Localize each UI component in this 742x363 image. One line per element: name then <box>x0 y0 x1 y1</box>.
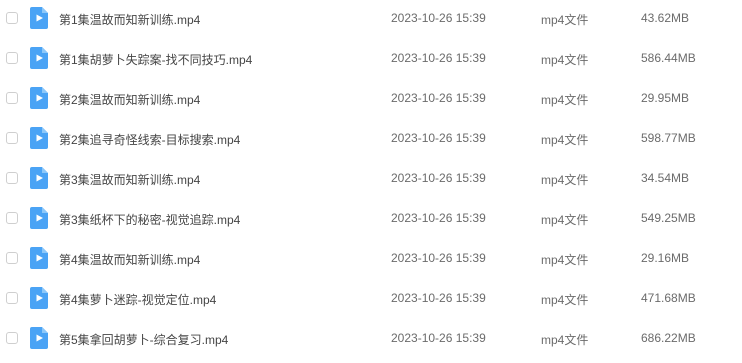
file-size: 34.54MB <box>641 171 690 185</box>
file-row[interactable]: 第1集胡萝卜失踪案-找不同技巧.mp4 2023-10-26 15:39 mp4… <box>0 40 742 80</box>
file-name[interactable]: 第4集温故而知新训练.mp4 <box>59 251 200 268</box>
file-modified-date: 2023-10-26 15:39 <box>391 211 486 225</box>
file-size: 686.22MB <box>641 331 696 345</box>
file-modified-date: 2023-10-26 15:39 <box>391 131 486 145</box>
file-type: mp4文件 <box>541 53 589 67</box>
file-type: mp4文件 <box>541 253 589 267</box>
file-type: mp4文件 <box>541 13 589 27</box>
file-row[interactable]: 第1集温故而知新训练.mp4 2023-10-26 15:39 mp4文件 43… <box>0 0 742 40</box>
file-modified-date: 2023-10-26 15:39 <box>391 11 486 25</box>
file-type: mp4文件 <box>541 133 589 147</box>
file-size: 586.44MB <box>641 51 696 65</box>
file-modified-date: 2023-10-26 15:39 <box>391 51 486 65</box>
file-row[interactable]: 第2集温故而知新训练.mp4 2023-10-26 15:39 mp4文件 29… <box>0 80 742 120</box>
video-file-icon <box>30 287 48 309</box>
file-modified-date: 2023-10-26 15:39 <box>391 331 486 345</box>
file-name[interactable]: 第3集温故而知新训练.mp4 <box>59 171 200 188</box>
file-size: 598.77MB <box>641 131 696 145</box>
file-row[interactable]: 第4集温故而知新训练.mp4 2023-10-26 15:39 mp4文件 29… <box>0 240 742 280</box>
file-name[interactable]: 第2集温故而知新训练.mp4 <box>59 91 200 108</box>
file-name[interactable]: 第5集拿回胡萝卜-综合复习.mp4 <box>59 331 228 348</box>
file-modified-date: 2023-10-26 15:39 <box>391 171 486 185</box>
file-size: 29.16MB <box>641 251 690 265</box>
row-checkbox[interactable] <box>6 12 18 24</box>
file-size: 29.95MB <box>641 91 690 105</box>
file-row[interactable]: 第5集拿回胡萝卜-综合复习.mp4 2023-10-26 15:39 mp4文件… <box>0 320 742 360</box>
file-size: 43.62MB <box>641 11 690 25</box>
file-size: 471.68MB <box>641 291 696 305</box>
row-checkbox[interactable] <box>6 92 18 104</box>
file-modified-date: 2023-10-26 15:39 <box>391 291 486 305</box>
row-checkbox[interactable] <box>6 252 18 264</box>
file-name[interactable]: 第3集纸杯下的秘密-视觉追踪.mp4 <box>59 211 240 228</box>
row-checkbox[interactable] <box>6 172 18 184</box>
file-type: mp4文件 <box>541 333 589 347</box>
video-file-icon <box>30 327 48 349</box>
row-checkbox[interactable] <box>6 212 18 224</box>
video-file-icon <box>30 7 48 29</box>
video-file-icon <box>30 47 48 69</box>
file-name[interactable]: 第4集萝卜迷踪-视觉定位.mp4 <box>59 291 216 308</box>
file-list: 第1集温故而知新训练.mp4 2023-10-26 15:39 mp4文件 43… <box>0 0 742 363</box>
file-row[interactable]: 第3集温故而知新训练.mp4 2023-10-26 15:39 mp4文件 34… <box>0 160 742 200</box>
file-modified-date: 2023-10-26 15:39 <box>391 251 486 265</box>
file-type: mp4文件 <box>541 293 589 307</box>
video-file-icon <box>30 207 48 229</box>
file-name[interactable]: 第1集胡萝卜失踪案-找不同技巧.mp4 <box>59 51 252 68</box>
video-file-icon <box>30 87 48 109</box>
file-size: 549.25MB <box>641 211 696 225</box>
video-file-icon <box>30 127 48 149</box>
row-checkbox[interactable] <box>6 132 18 144</box>
video-file-icon <box>30 167 48 189</box>
video-file-icon <box>30 247 48 269</box>
file-name[interactable]: 第2集追寻奇怪线索-目标搜索.mp4 <box>59 131 240 148</box>
row-checkbox[interactable] <box>6 332 18 344</box>
row-checkbox[interactable] <box>6 52 18 64</box>
file-row[interactable]: 第3集纸杯下的秘密-视觉追踪.mp4 2023-10-26 15:39 mp4文… <box>0 200 742 240</box>
file-type: mp4文件 <box>541 173 589 187</box>
file-type: mp4文件 <box>541 213 589 227</box>
file-name[interactable]: 第1集温故而知新训练.mp4 <box>59 11 200 28</box>
file-type: mp4文件 <box>541 93 589 107</box>
row-checkbox[interactable] <box>6 292 18 304</box>
file-row[interactable]: 第2集追寻奇怪线索-目标搜索.mp4 2023-10-26 15:39 mp4文… <box>0 120 742 160</box>
file-row[interactable]: 第4集萝卜迷踪-视觉定位.mp4 2023-10-26 15:39 mp4文件 … <box>0 280 742 320</box>
file-modified-date: 2023-10-26 15:39 <box>391 91 486 105</box>
